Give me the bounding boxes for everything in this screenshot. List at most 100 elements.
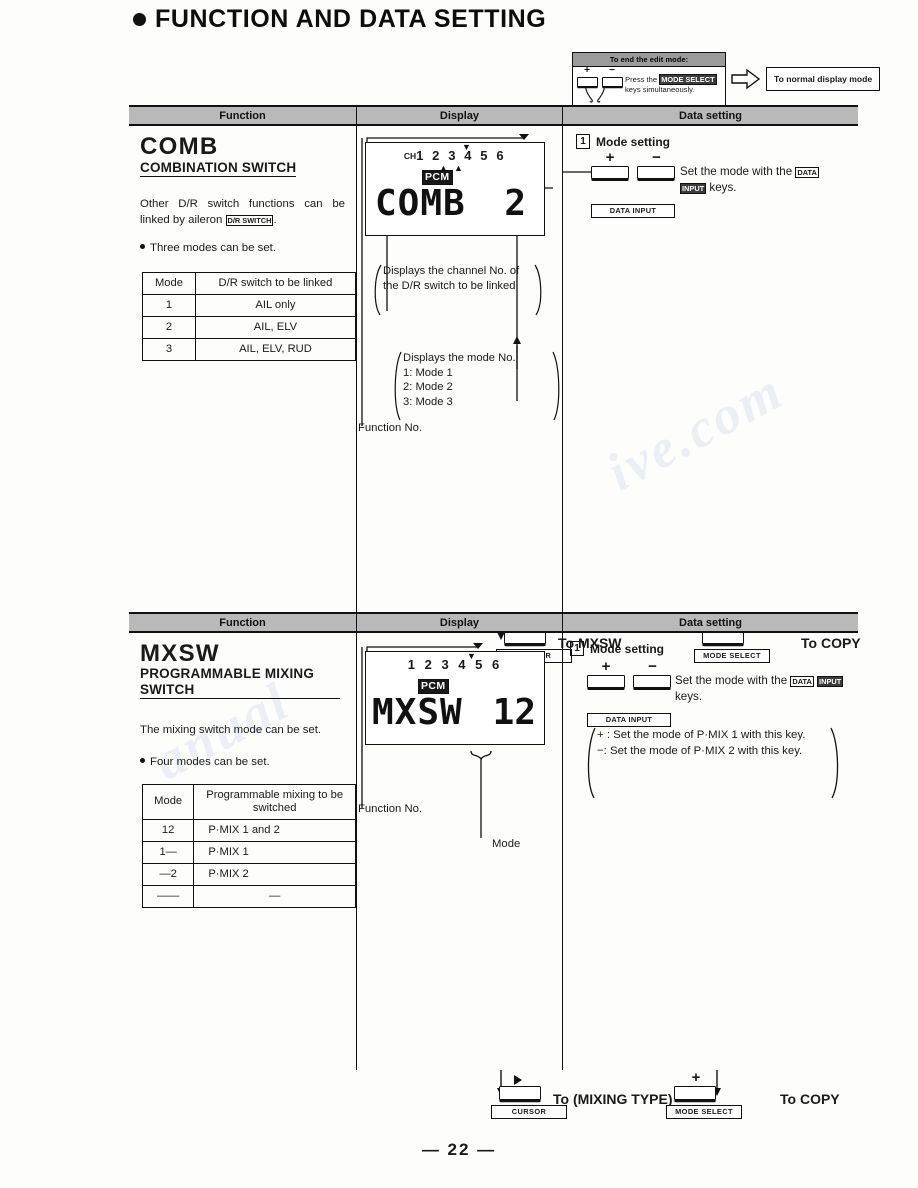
minus-icon: − <box>648 658 657 675</box>
bullet-dot-icon <box>140 757 145 763</box>
cursor-key-label: CURSOR <box>491 1105 567 1119</box>
end-edit-line1: Press the <box>625 74 658 84</box>
mxsw-function-no-label: Function No. <box>358 803 423 815</box>
cell-linked: AIL, ELV, RUD <box>194 338 357 361</box>
table-header-row: Mode D/R switch to be linked <box>142 272 357 295</box>
comb-callout-channel-text: Displays the channel No. of the D/R swit… <box>383 265 520 292</box>
key-cap <box>637 166 676 179</box>
data-input-label: DATA INPUT <box>587 713 671 727</box>
dr-switch-key-label: D/R SWITCH <box>225 214 274 226</box>
mxsw-mode-pointer-label: Mode <box>492 838 521 850</box>
key-cap <box>587 675 625 688</box>
mode-select-plus-key[interactable]: + <box>577 65 598 103</box>
mxsw-nav-row: CURSOR To (MIXING TYPE) + MODE SELECT To… <box>129 1070 858 1122</box>
data-key-label: DATA <box>795 167 819 178</box>
mode-select-minus-key[interactable]: − <box>602 65 623 103</box>
comb-instruction-tail: keys. <box>709 181 737 194</box>
mxsw-step-1: 1 Mode setting <box>570 641 664 656</box>
plus-icon: + <box>605 149 615 166</box>
comb-callout-mode: Displays the mode No. 1: Mode 1 2: Mode … <box>391 351 563 421</box>
data-key-label: DATA <box>790 676 814 687</box>
end-edit-text: Press the MODE SELECT keys simultaneousl… <box>625 70 722 103</box>
end-edit-header: To end the edit mode: <box>573 53 725 67</box>
mode-select-key-label: MODE SELECT <box>659 73 717 85</box>
mxsw-description-text: The mixing switch mode can be set. <box>140 724 322 736</box>
header-function: Function <box>129 614 357 631</box>
comb-lcd-channel-row: CH1 2 3 4 5 6 <box>366 148 544 163</box>
bullet-dot-icon <box>140 244 145 249</box>
plus-icon: + <box>691 1069 701 1086</box>
mode-select-key-label: MODE SELECT <box>666 1105 742 1119</box>
paren-left-icon <box>394 351 402 421</box>
th-mode: Mode <box>141 783 195 820</box>
section-comb: Function Display Data setting COMB COMBI… <box>129 105 861 666</box>
comb-instruction: Set the mode with the DATA INPUT keys. <box>680 164 846 196</box>
paren-left-icon <box>587 727 596 799</box>
data-input-plus-key[interactable]: + <box>587 659 625 691</box>
comb-callout-channel: Displays the channel No. of the D/R swit… <box>371 264 553 316</box>
arrow-right-icon <box>731 68 761 90</box>
mxsw-note-minus: −: Set the mode of P·MIX 2 with this key… <box>597 745 803 757</box>
comb-description: Other D/R switch functions can be linked… <box>140 197 345 228</box>
table-row: 2 AIL, ELV <box>142 316 357 339</box>
table-row: 1 AIL only <box>142 294 357 317</box>
mxsw-name: PROGRAMMABLE MIXING SWITCH <box>140 666 340 699</box>
comb-display-column: CH1 2 3 4 5 6 ▼ ▲ ▲ PCM COMB 2 Displays … <box>357 126 563 614</box>
mxsw-instruction-pre: Set the mode with the <box>675 674 788 687</box>
paren-left-icon <box>374 264 382 316</box>
key-cap <box>499 1086 541 1100</box>
mxsw-lcd-wrapper: 1 2 3 4 5 6 ▼ PCM MXSW 12 <box>365 651 562 745</box>
comb-function-no-label: Function No. <box>358 422 423 434</box>
data-input-minus-key[interactable]: − <box>637 150 676 182</box>
column-headers: Function Display Data setting <box>129 614 858 633</box>
comb-name: COMBINATION SWITCH <box>140 160 297 177</box>
comb-bullet: Three modes can be set. <box>140 241 345 256</box>
mxsw-nav-modeselect-target: To COPY <box>780 1091 840 1107</box>
mxsw-data-input-keys: + − DATA INPUT <box>587 659 672 727</box>
header-data-setting: Data setting <box>679 109 742 122</box>
cell-mode: 12 <box>141 818 195 842</box>
step-number: 1 <box>570 641 584 656</box>
cell-mode: —— <box>141 884 195 908</box>
cell-mixing: P·MIX 2 <box>193 862 356 886</box>
table-row: 3 AIL, ELV, RUD <box>142 338 357 361</box>
data-input-minus-key[interactable]: − <box>633 659 672 691</box>
comb-mode-table: Mode D/R switch to be linked 1 AIL only … <box>142 272 357 361</box>
th-linked: D/R switch to be linked <box>194 272 357 295</box>
page-title: FUNCTION AND DATA SETTING <box>133 5 546 34</box>
mxsw-function-column: MXSW PROGRAMMABLE MIXING SWITCH The mixi… <box>129 633 357 1070</box>
cell-mixing: P·MIX 1 <box>193 840 356 864</box>
data-input-plus-key[interactable]: + <box>591 150 629 182</box>
mxsw-channel-numbers: 1 2 3 4 5 6 <box>407 657 503 672</box>
key-cap <box>577 76 598 87</box>
comb-callout-mode-text: Displays the mode No. 1: Mode 1 2: Mode … <box>403 352 516 408</box>
table-row: —— — <box>141 884 356 908</box>
cell-mode: 1 <box>142 294 196 317</box>
end-edit-line2: keys simultaneously. <box>625 85 695 94</box>
table-row: —2 P·MIX 2 <box>141 862 356 886</box>
comb-code: COMB <box>140 133 219 160</box>
mxsw-note-plus: + : Set the mode of P·MIX 1 with this ke… <box>597 729 806 741</box>
paren-right-icon <box>534 264 542 316</box>
cell-mode: —2 <box>141 862 195 886</box>
column-headers: Function Display Data setting <box>129 107 858 126</box>
th-mixing: Programmable mixing to be switched <box>193 783 356 820</box>
th-mode: Mode <box>142 272 196 295</box>
mxsw-instruction: Set the mode with the DATA INPUT keys. <box>675 673 847 705</box>
bullet-icon <box>133 13 146 26</box>
comb-lcd-screen: CH1 2 3 4 5 6 ▼ ▲ ▲ PCM COMB 2 <box>365 142 545 236</box>
key-cap <box>633 675 672 688</box>
normal-display-mode-box: To normal display mode <box>766 66 881 91</box>
mxsw-lcd-function-text: MXSW <box>372 692 463 733</box>
comb-lcd-function-text: COMB <box>375 183 466 224</box>
input-key-label: INPUT <box>817 676 844 687</box>
cell-mode: 3 <box>142 338 196 361</box>
mxsw-nav-cursor: CURSOR To (MIXING TYPE) <box>491 1075 673 1119</box>
comb-data-setting-column: 1 Mode setting + − DATA INPUT Set the mo… <box>563 126 858 614</box>
channel-down-marker-icon: ▼ <box>467 651 476 661</box>
page-title-text: FUNCTION AND DATA SETTING <box>155 5 547 33</box>
table-row: 12 P·MIX 1 and 2 <box>141 818 356 842</box>
mxsw-display-column: 1 2 3 4 5 6 ▼ PCM MXSW 12 Function No. M… <box>357 633 563 1070</box>
plus-icon: + <box>584 64 590 76</box>
mxsw-bullet: Four modes can be set. <box>140 755 345 770</box>
